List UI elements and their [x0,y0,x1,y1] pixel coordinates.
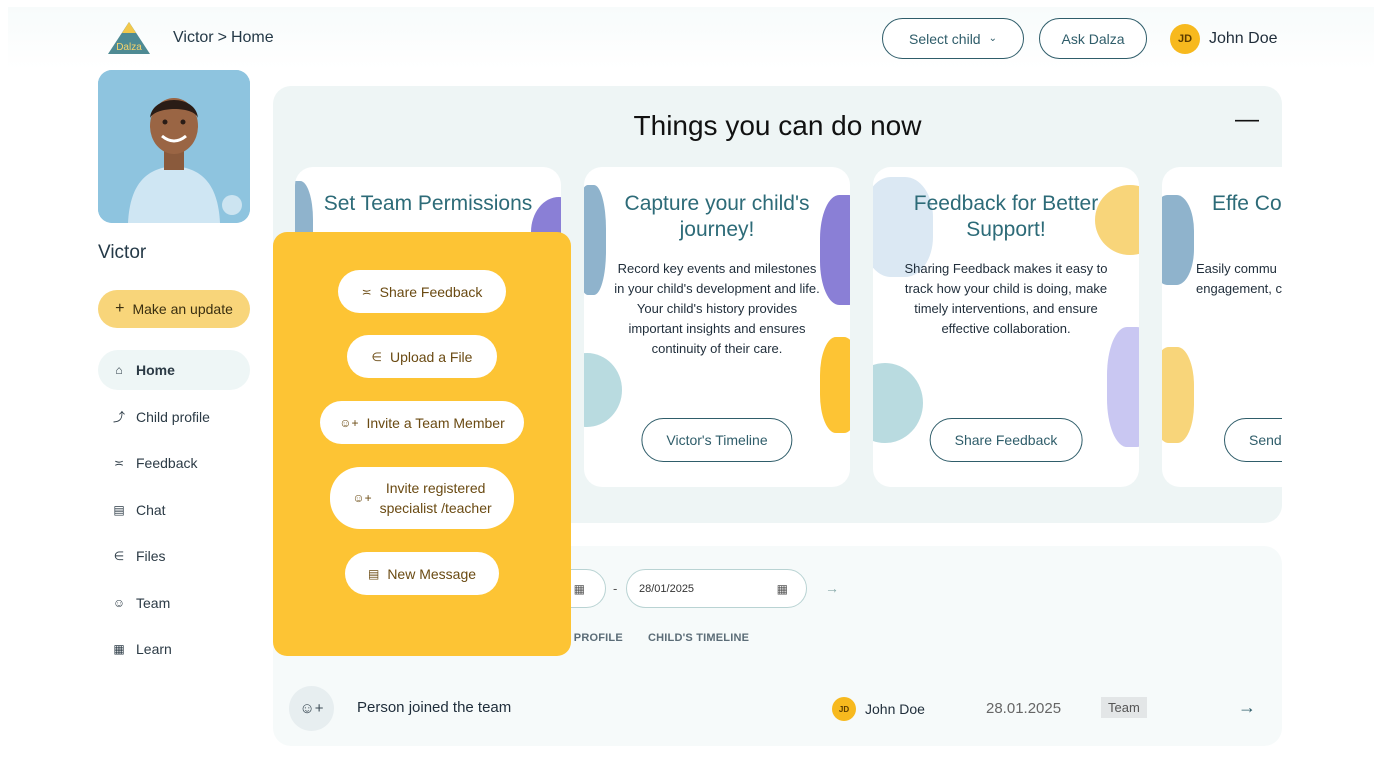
sidebar-item-label: Child profile [136,408,210,425]
child-photo[interactable] [98,70,250,223]
team-icon: ☺ [112,595,126,610]
child-name: Victor [98,242,147,263]
sidebar-item-learn[interactable]: ▦ Learn [98,629,250,669]
card-title: Capture your child's journey! [624,192,810,241]
add-user-icon: ☺+ [339,415,359,430]
make-update-label: Make an update [132,301,233,317]
share-feedback-card-button[interactable]: Share Feedback [929,418,1083,462]
activity-user: JD John Doe [832,697,925,721]
activity-row[interactable]: ☺+ Person joined the team JD John Doe 28… [273,686,1282,731]
chat-icon: ▤ [113,502,125,517]
sidebar-item-feedback[interactable]: ≍ Feedback [98,443,250,483]
add-user-icon: ☺+ [352,491,372,505]
menu-item-label: Upload a File [389,348,473,365]
menu-item-label: Share Feedback [379,283,483,300]
sidebar-item-files[interactable]: ∈ Files [98,536,250,576]
sidebar-item-label: Home [136,362,175,378]
paperclip-icon: ∈ [371,349,382,364]
breadcrumb-page: Home [230,29,274,46]
message-icon: ▤ [367,566,380,581]
card-text: Easily commu engagement, co-or [1196,261,1282,296]
sidebar-item-label: Feedback [136,455,198,471]
feedback-icon: ≍ [361,284,372,299]
calendar-icon[interactable]: ▦ [574,582,585,596]
sidebar-item-home[interactable]: ⌂ Home [98,350,250,390]
user-menu[interactable]: JD John Doe [1170,24,1278,54]
sidebar-item-label: Files [136,548,166,564]
select-child-label: Select child [909,30,981,47]
book-icon: ▦ [113,642,125,656]
menu-item-label: Invite a Team Member [366,414,505,431]
make-update-popup-menu: ≍ Share Feedback ∈ Upload a File ☺+ Invi… [273,232,571,656]
decoration-blob [1162,347,1194,443]
panel-title: Things you can do now [633,110,922,141]
menu-item-label: New Message [387,565,477,582]
card-effective-communication: Effe Commu Easily commu engagement, co-o… [1162,167,1282,487]
sidebar-item-child-profile[interactable]: ⤴ Child profile [98,397,250,437]
sidebar-nav: ⌂ Home ⤴ Child profile ≍ Feedback ▤ Chat… [98,350,250,676]
activity-user-name: John Doe [865,701,925,717]
card-title: Feedback for Better Support! [913,192,1099,241]
activity-date: 28.01.2025 [986,700,1062,717]
ask-dalza-label: Ask Dalza [1061,30,1125,47]
card-text: Record key events and milestones in your… [614,261,820,356]
camera-icon[interactable] [222,195,242,215]
chevron-down-icon: ⌄ [988,33,997,44]
decoration-blob [820,337,850,433]
sidebar-item-label: Chat [136,501,166,518]
dalza-logo[interactable]: Dalza [106,20,152,56]
select-child-dropdown[interactable]: Select child ⌄ [882,18,1024,59]
logo-text: Dalza [116,42,142,53]
date-to-value: 28/01/2025 [639,582,695,595]
sidebar-item-chat[interactable]: ▤ Chat [98,490,250,530]
paperclip-icon: ∈ [113,549,125,563]
card-feedback: Feedback for Better Support! Sharing Fee… [873,167,1139,487]
arrow-right-icon[interactable]: → [825,580,839,596]
card-capture-journey: Capture your child's journey! Record key… [584,167,850,487]
menu-item-label-line1: Invite registered [385,480,486,496]
user-name: John Doe [1209,30,1278,47]
activity-tag: Team [1101,697,1147,718]
invite-team-member-menu-item[interactable]: ☺+ Invite a Team Member [320,401,524,444]
calendar-icon[interactable]: ▦ [777,582,788,596]
menu-item-label: Invite registered specialist /teacher [380,478,492,518]
share-feedback-menu-item[interactable]: ≍ Share Feedback [338,270,506,313]
decoration-blob [873,363,923,443]
tab-childs-timeline[interactable]: CHILD'S TIMELINE [648,632,749,644]
add-user-icon: ☺+ [289,686,334,731]
breadcrumb-separator: > [217,29,227,46]
date-range-dash: - [613,581,618,596]
decoration-blob [1107,327,1139,447]
avatar: JD [1170,24,1200,54]
page: Dalza Victor > Home Select child ⌄ Ask Dal… [0,0,1382,757]
breadcrumb-child[interactable]: Victor [173,29,214,46]
invite-specialist-menu-item[interactable]: ☺+ Invite registered specialist /teacher [330,467,514,529]
feedback-icon: ≍ [113,456,125,470]
arrow-right-icon[interactable]: → [1238,697,1256,718]
sidebar-item-label: Learn [136,641,172,657]
date-to-input[interactable]: 28/01/2025 ▦ [626,569,807,608]
activity-text: Person joined the team [357,699,512,716]
new-message-menu-item[interactable]: ▤ New Message [345,552,499,595]
send-button[interactable]: Send [1224,418,1282,462]
make-update-button[interactable]: + Make an update [98,290,250,328]
home-icon: ⌂ [115,363,123,377]
ask-dalza-button[interactable]: Ask Dalza [1039,18,1147,59]
victors-timeline-button[interactable]: Victor's Timeline [641,418,793,462]
card-title: Set Team Permissions [323,192,533,215]
collapse-icon[interactable]: — [1235,106,1259,134]
decoration-blob [1162,195,1194,285]
avatar: JD [832,697,856,721]
card-title: Effe Commu [1212,192,1282,215]
decoration-blob [584,353,622,427]
card-text: Sharing Feedback makes it easy to track … [904,261,1108,336]
plus-icon: + [115,300,125,317]
menu-item-label-line2: specialist /teacher [379,500,492,516]
child-icon: ⤴ [112,410,125,424]
tab-childs-profile[interactable]: S PROFILE [563,632,623,644]
sidebar-item-team[interactable]: ☺ Team [98,583,250,623]
sidebar-item-label: Team [136,594,171,611]
breadcrumb: Victor > Home [173,29,274,47]
upload-file-menu-item[interactable]: ∈ Upload a File [347,335,497,378]
